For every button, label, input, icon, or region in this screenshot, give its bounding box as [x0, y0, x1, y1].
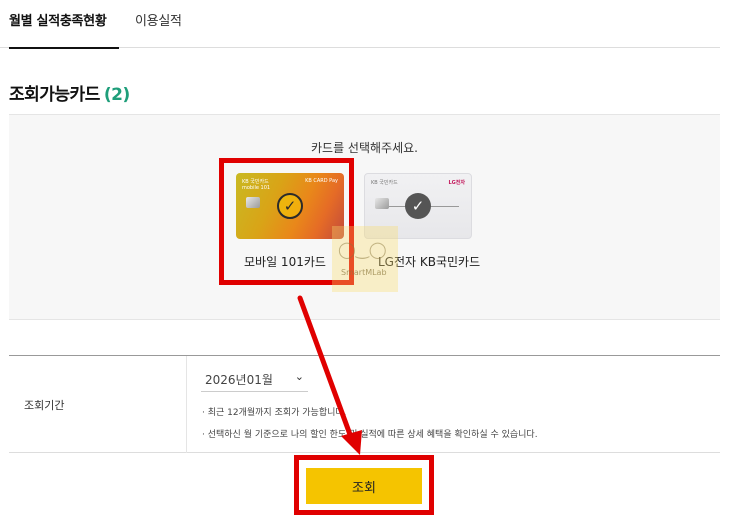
search-button[interactable]: 조회 [306, 468, 422, 504]
check-icon: ✓ [405, 193, 431, 219]
section-title: 조회가능카드 (2) [9, 80, 130, 105]
note-item: · 선택하신 월 기준으로 나의 할인 한도 및 실적에 따른 상세 혜택을 확… [202, 430, 538, 440]
note-item: · 최근 12개월까지 조회가 가능합니다. [202, 408, 347, 418]
glasses-icon: ◯‿◯ [338, 240, 387, 259]
period-select[interactable]: 2026년01월 ⌄ [201, 364, 308, 392]
watermark-logo: ◯‿◯ SmartMLab [332, 226, 398, 292]
query-notes: · 최근 12개월까지 조회가 가능합니다. · 선택하신 월 기준으로 나의 … [202, 402, 538, 446]
chevron-down-icon: ⌄ [294, 370, 304, 383]
card-logo-text: LG전자 [448, 180, 466, 186]
tab-usage-performance[interactable]: 이용실적 [135, 10, 182, 29]
query-label-cell: 조회기간 [9, 356, 187, 453]
card-count: (2) [103, 85, 130, 105]
query-period-label: 조회기간 [24, 399, 65, 412]
query-table: 조회기간 2026년01월 ⌄ · 최근 12개월까지 조회가 가능합니다. ·… [9, 355, 720, 453]
card-brand-text: KB 국민카드 [371, 180, 398, 186]
section-title-text: 조회가능카드 [9, 85, 100, 105]
watermark-text: SmartMLab [341, 268, 387, 277]
period-select-value: 2026년01월 [205, 373, 273, 387]
tab-bar: 월별 실적충족현황 이용실적 [0, 0, 720, 49]
tab-monthly-performance[interactable]: 월별 실적충족현황 [9, 10, 119, 49]
highlight-box-button: 조회 [294, 455, 434, 515]
card-chip-icon [375, 198, 389, 209]
card-select-instruction: 카드를 선택해주세요. [311, 141, 418, 155]
